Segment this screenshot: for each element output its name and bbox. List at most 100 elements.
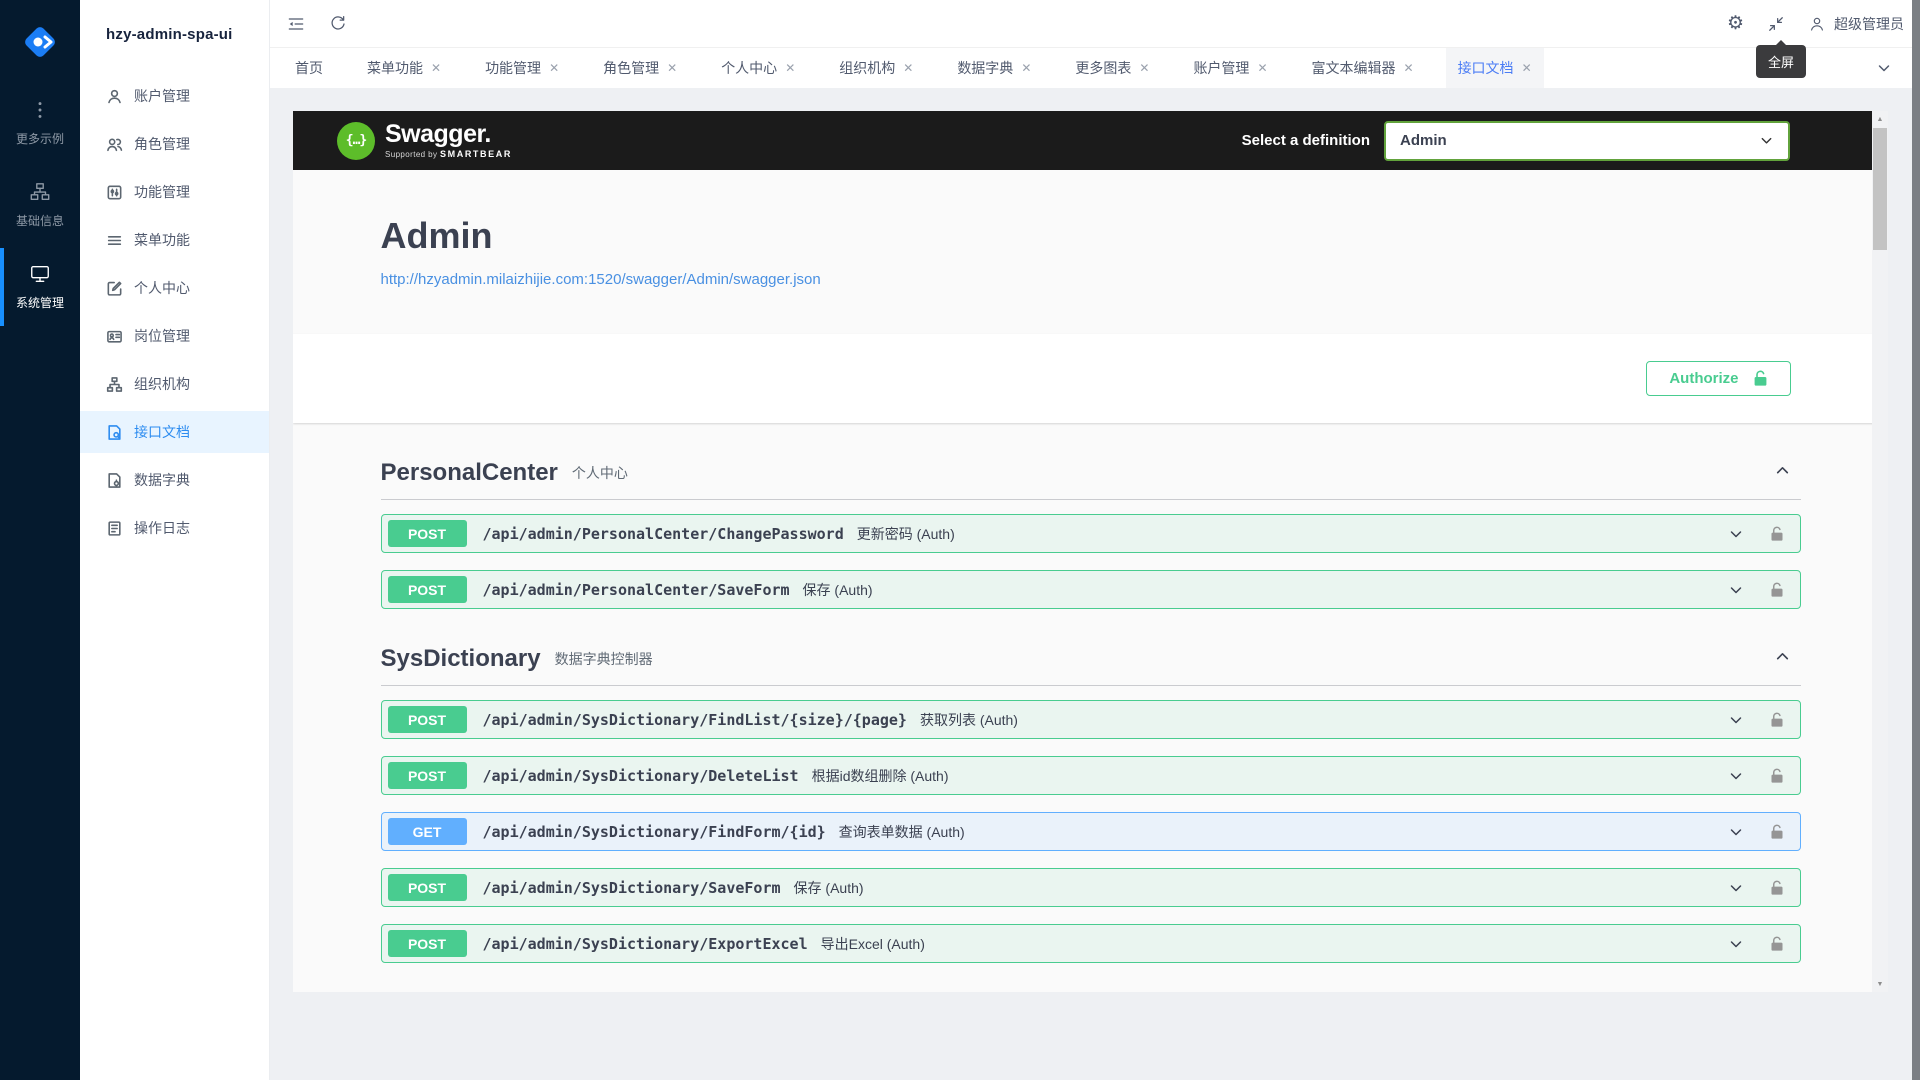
tab-menu-functions[interactable]: 菜单功能 ✕ (355, 48, 453, 88)
endpoint-row[interactable]: POST /api/admin/PersonalCenter/ChangePas… (381, 514, 1801, 553)
tab-close-icon[interactable]: ✕ (1404, 61, 1414, 75)
sidebar-menu: 账户管理 角色管理 功能管理 菜单功能 个人中心 岗位管理 (80, 75, 269, 549)
function-box-icon (106, 184, 123, 201)
tab-account-admin[interactable]: 账户管理✕ (1181, 48, 1279, 88)
refresh-icon[interactable] (328, 14, 348, 34)
tab-close-icon[interactable]: ✕ (903, 61, 913, 75)
tab-home[interactable]: 首页 (283, 48, 335, 88)
tab-close-icon[interactable]: ✕ (549, 61, 559, 75)
tab-api-docs[interactable]: 接口文档✕ (1446, 48, 1544, 88)
unlock-icon[interactable] (1770, 526, 1784, 542)
tab-close-icon[interactable]: ✕ (785, 61, 795, 75)
app-title: hzy-admin-spa-ui (80, 0, 269, 43)
authorize-label: Authorize (1669, 370, 1738, 387)
endpoint-row[interactable]: GET /api/admin/SysDictionary/FindForm/{i… (381, 812, 1801, 851)
swagger-logo-subtext: Supported by SMARTBEAR (385, 149, 512, 159)
tab-rich-text-editor[interactable]: 富文本编辑器 ✕ (1300, 48, 1426, 88)
endpoint-row[interactable]: POST /api/admin/SysDictionary/SaveForm 保… (381, 868, 1801, 907)
tab-list-dropdown[interactable] (1876, 48, 1892, 88)
tab-label: 角色管理 (603, 58, 659, 78)
method-badge: POST (388, 706, 467, 733)
sidebar-item-operation-logs[interactable]: 操作日志 (80, 507, 269, 549)
org-nodes-icon (106, 376, 123, 393)
unlock-icon[interactable] (1770, 936, 1784, 952)
endpoint-row[interactable]: POST /api/admin/PersonalCenter/SaveForm … (381, 570, 1801, 609)
tab-personal-center[interactable]: 个人中心✕ (709, 48, 807, 88)
chevron-down-icon[interactable] (1728, 712, 1744, 728)
section-header[interactable]: PersonalCenter 个人中心 (381, 459, 1801, 500)
tab-organization[interactable]: 组织机构 ✕ (827, 48, 925, 88)
api-section-sysdictionary: SysDictionary 数据字典控制器 POST /api/admin/Sy… (381, 645, 1801, 963)
page-scrollbar[interactable] (1912, 0, 1920, 1080)
endpoint-path: /api/admin/SysDictionary/SaveForm (483, 879, 781, 897)
endpoint-row[interactable]: POST /api/admin/SysDictionary/DeleteList… (381, 756, 1801, 795)
sidebar-item-positions[interactable]: 岗位管理 (80, 315, 269, 357)
scroll-down-button[interactable]: ▼ (1872, 976, 1888, 992)
tab-more-charts[interactable]: 更多图表✕ (1063, 48, 1161, 88)
chevron-down-icon[interactable] (1728, 582, 1744, 598)
definition-select-group: Select a definition Admin (1242, 121, 1790, 161)
sidebar-item-label: 数据字典 (134, 470, 190, 490)
user-menu[interactable]: 超级管理员 (1808, 14, 1904, 34)
collapse-section-button[interactable] (1774, 648, 1791, 670)
unlock-icon[interactable] (1770, 582, 1784, 598)
sidebar-item-menu-functions[interactable]: 菜单功能 (80, 219, 269, 261)
definition-selected-value: Admin (1400, 132, 1447, 149)
unlock-icon[interactable] (1770, 768, 1784, 784)
method-badge: POST (388, 520, 467, 547)
tab-close-icon[interactable]: ✕ (667, 61, 677, 75)
sidebar-item-organization[interactable]: 组织机构 (80, 363, 269, 405)
definition-select[interactable]: Admin (1384, 121, 1790, 161)
sidebar: hzy-admin-spa-ui 账户管理 角色管理 功能管理 菜单功能 个人中… (80, 0, 270, 1080)
unlock-icon[interactable] (1770, 880, 1784, 896)
rail-item-system-admin[interactable]: 系统管理 (0, 252, 80, 322)
tab-label: 组织机构 (839, 58, 895, 78)
tab-close-icon[interactable]: ✕ (1257, 61, 1267, 75)
tab-label: 富文本编辑器 (1312, 58, 1396, 78)
chevron-down-icon[interactable] (1728, 880, 1744, 896)
app-logo-icon[interactable] (18, 20, 62, 64)
method-badge: GET (388, 818, 467, 845)
tab-close-icon[interactable]: ✕ (431, 61, 441, 75)
tab-close-icon[interactable]: ✕ (1139, 61, 1149, 75)
endpoint-row[interactable]: POST /api/admin/SysDictionary/FindList/{… (381, 700, 1801, 739)
chevron-down-icon[interactable] (1728, 824, 1744, 840)
tab-close-icon[interactable]: ✕ (1522, 61, 1532, 75)
endpoint-path: /api/admin/SysDictionary/ExportExcel (483, 935, 808, 953)
scrollbar-thumb[interactable] (1873, 128, 1887, 250)
collapse-section-button[interactable] (1774, 462, 1791, 484)
chevron-down-icon[interactable] (1728, 768, 1744, 784)
tab-role-admin[interactable]: 角色管理 ✕ (591, 48, 689, 88)
section-header[interactable]: SysDictionary 数据字典控制器 (381, 645, 1801, 686)
sidebar-item-roles[interactable]: 角色管理 (80, 123, 269, 165)
tab-data-dictionary[interactable]: 数据字典✕ (945, 48, 1043, 88)
settings-gear-icon[interactable]: ⚙ (1727, 14, 1744, 34)
tab-close-icon[interactable]: ✕ (1021, 61, 1031, 75)
chevron-down-icon[interactable] (1728, 936, 1744, 952)
endpoint-path: /api/admin/SysDictionary/FindList/{size}… (483, 711, 907, 729)
sidebar-item-label: 功能管理 (134, 182, 190, 202)
users-icon (106, 136, 123, 153)
sidebar-item-data-dictionary[interactable]: 数据字典 (80, 459, 269, 501)
sidebar-item-api-docs[interactable]: 接口文档 (80, 411, 269, 453)
chevron-down-icon[interactable] (1728, 526, 1744, 542)
tab-function-admin[interactable]: 功能管理✕ (473, 48, 571, 88)
endpoint-row[interactable]: POST /api/admin/SysDictionary/ExportExce… (381, 924, 1801, 963)
rail-item-basic-info[interactable]: 基础信息 (0, 170, 80, 240)
sidebar-item-label: 组织机构 (134, 374, 190, 394)
sidebar-item-accounts[interactable]: 账户管理 (80, 75, 269, 117)
rail-item-more-examples[interactable]: 更多示例 (0, 88, 80, 158)
unlock-icon[interactable] (1770, 712, 1784, 728)
endpoint-list: POST /api/admin/PersonalCenter/ChangePas… (381, 514, 1801, 609)
swagger-logo-icon: {…} (337, 122, 375, 160)
scroll-up-button[interactable]: ▲ (1872, 111, 1888, 127)
authorize-button[interactable]: Authorize (1646, 361, 1790, 396)
collapse-sidebar-icon[interactable] (286, 14, 306, 34)
sidebar-item-functions[interactable]: 功能管理 (80, 171, 269, 213)
tab-label: 菜单功能 (367, 58, 423, 78)
fullscreen-icon[interactable] (1766, 14, 1786, 34)
user-name: 超级管理员 (1834, 14, 1904, 34)
sidebar-item-personal-center[interactable]: 个人中心 (80, 267, 269, 309)
swagger-json-link[interactable]: http://hzyadmin.milaizhijie.com:1520/swa… (381, 271, 821, 288)
unlock-icon[interactable] (1770, 824, 1784, 840)
